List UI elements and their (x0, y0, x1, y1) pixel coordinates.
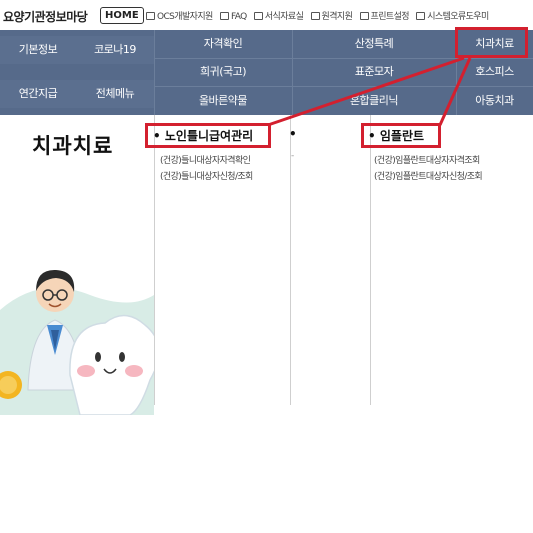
highlight-connector-lines (267, 56, 472, 127)
